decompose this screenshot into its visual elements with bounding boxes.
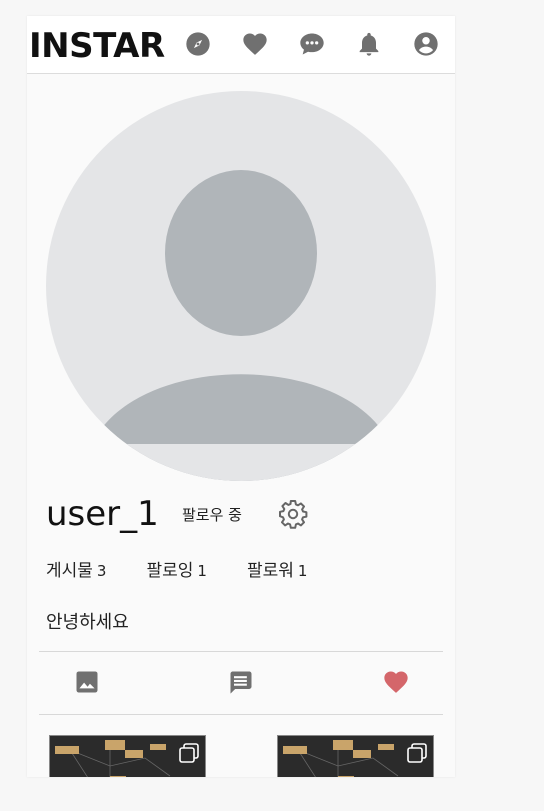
multi-image-icon <box>178 742 200 764</box>
tab-comments-comment-icon[interactable] <box>227 668 255 696</box>
stat-posts[interactable]: 게시물 3 <box>46 556 106 581</box>
multi-image-icon <box>406 742 428 764</box>
chat-icon[interactable] <box>298 30 326 58</box>
following-button[interactable]: 팔로우 중 <box>182 504 242 525</box>
stat-value: 3 <box>96 562 107 580</box>
top-nav-bar: INSTAR <box>27 16 455 74</box>
profile-username: user_1 <box>46 494 159 534</box>
divider <box>39 651 443 652</box>
stat-value: 1 <box>197 562 207 580</box>
heart-icon[interactable] <box>241 30 269 58</box>
profile-avatar[interactable] <box>46 91 436 481</box>
app-frame: INSTAR user_1 팔로우 중 게시물 3 팔로잉 1 팔로워 1 안녕… <box>27 16 455 777</box>
tab-liked-heart-icon[interactable] <box>382 668 410 696</box>
brand-logo[interactable]: INSTAR <box>29 26 165 66</box>
post-thumbnail[interactable] <box>277 735 434 777</box>
stat-following[interactable]: 팔로잉 1 <box>146 556 206 581</box>
profile-stats: 게시물 3 팔로잉 1 팔로워 1 <box>46 556 347 581</box>
stat-label: 팔로잉 <box>146 561 194 581</box>
divider <box>39 714 443 715</box>
post-thumbnail[interactable] <box>49 735 206 777</box>
stat-followers[interactable]: 팔로워 1 <box>247 556 307 581</box>
stat-value: 1 <box>297 562 308 580</box>
default-user-silhouette-icon <box>46 170 436 481</box>
explore-compass-icon[interactable] <box>184 30 212 58</box>
stat-label: 게시물 <box>46 561 93 581</box>
tab-posts-image-icon[interactable] <box>73 668 101 696</box>
account-icon[interactable] <box>412 30 440 58</box>
gear-icon[interactable] <box>277 498 309 530</box>
bell-icon[interactable] <box>355 30 383 58</box>
profile-bio: 안녕하세요 <box>46 612 129 633</box>
stat-label: 팔로워 <box>246 561 294 581</box>
